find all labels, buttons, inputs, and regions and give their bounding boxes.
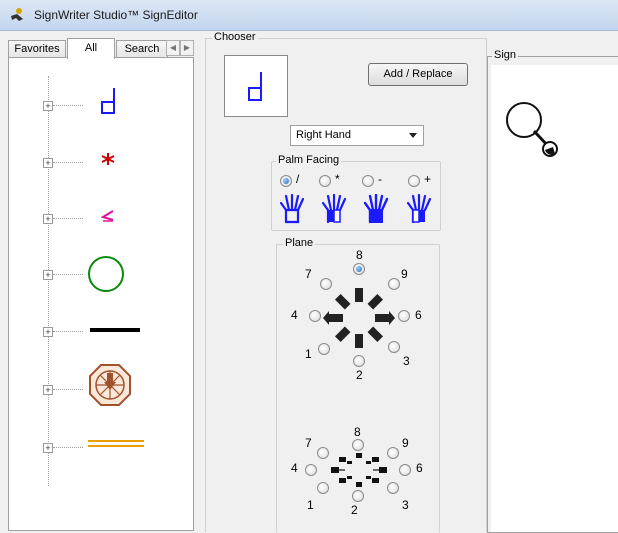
sign-group: Sign (487, 49, 618, 533)
symbol-tree: + + + + + + + (8, 57, 194, 531)
title-bar: SignWriter Studio™ SignEditor (0, 0, 618, 31)
sign-label: Sign (492, 49, 519, 61)
tree-node-movement[interactable]: + (43, 151, 193, 175)
dynamics-symbol-icon (101, 210, 114, 222)
expand-icon[interactable]: + (43, 101, 53, 111)
palm-facing-radio-1[interactable] (280, 175, 292, 187)
palm-open-hand-icon (279, 194, 305, 224)
tree-node-punctuation[interactable]: + (43, 436, 193, 460)
expand-icon[interactable]: + (43, 327, 53, 337)
floor-radio-6[interactable] (399, 464, 411, 476)
plane-number-label: 7 (305, 436, 312, 450)
tree-node-hand[interactable]: + (43, 88, 193, 118)
sign-canvas[interactable] (491, 65, 618, 532)
symbol-tabs: Favorites All Search ◀ ▶ (8, 38, 194, 59)
plane-number-label: 3 (402, 498, 409, 512)
add-replace-button[interactable]: Add / Replace (368, 63, 468, 86)
plane-number-label: 4 (291, 308, 298, 322)
body-symbol-icon (90, 328, 140, 332)
tree-node-head[interactable]: + (43, 256, 193, 292)
head-symbol-icon (88, 256, 124, 292)
sign-head-symbol-icon (506, 102, 558, 157)
chooser-group: Chooser Add / Replace Right Hand Palm Fa… (205, 31, 487, 533)
palm-facing-radio-2[interactable] (319, 175, 331, 187)
floor-plane-arrows-icon (331, 453, 387, 487)
floor-radio-4[interactable] (305, 464, 317, 476)
plane-group: Plane 8 9 6 3 2 1 4 7 8 9 6 3 2 1 4 7 (276, 237, 440, 533)
tree-node-detailed-location[interactable]: + (43, 364, 193, 406)
movement-symbol-icon (101, 153, 115, 165)
plane-number-label: 6 (415, 308, 422, 322)
palm-facing-option-label: / (296, 172, 300, 186)
wall-plane-arrows-icon (323, 288, 395, 348)
plane-number-label: 8 (354, 425, 361, 439)
tab-search[interactable]: Search (116, 40, 168, 58)
plane-number-label: 3 (403, 354, 410, 368)
palm-side-hand-icon (321, 194, 347, 224)
floor-radio-2[interactable] (352, 490, 364, 502)
palm-facing-radio-3[interactable] (362, 175, 374, 187)
palm-facing-option-label: + (424, 172, 432, 186)
expand-icon[interactable]: + (43, 214, 53, 224)
plane-number-label: 2 (356, 368, 363, 382)
palm-facing-radio-4[interactable] (408, 175, 420, 187)
tab-scroll-left-button[interactable]: ◀ (166, 40, 180, 56)
tab-scroll-right-button[interactable]: ▶ (180, 40, 194, 56)
plane-number-label: 6 (416, 461, 423, 475)
plane-number-label: 1 (305, 347, 312, 361)
hand-preview-icon (248, 72, 262, 101)
expand-icon[interactable]: + (43, 270, 53, 280)
chevron-down-icon (409, 133, 417, 138)
palm-facing-label: Palm Facing (276, 154, 342, 166)
expand-icon[interactable]: + (43, 158, 53, 168)
hand-symbol-icon (101, 88, 115, 114)
palm-facing-group: Palm Facing / * - + (271, 154, 441, 231)
plane-label: Plane (283, 237, 316, 249)
palm-other-side-hand-icon (406, 194, 432, 224)
hand-select[interactable]: Right Hand (290, 125, 424, 146)
palm-facing-option-label: - (378, 172, 382, 186)
plane-number-label: 4 (291, 461, 298, 475)
plane-number-label: 2 (351, 503, 358, 517)
plane-number-label: 9 (402, 436, 409, 450)
chooser-label: Chooser (212, 31, 258, 43)
tree-node-body[interactable]: + (43, 320, 193, 344)
expand-icon[interactable]: + (43, 443, 53, 453)
tab-all[interactable]: All (67, 38, 115, 59)
detailed-location-symbol-icon (89, 364, 131, 406)
symbol-preview (224, 55, 288, 117)
symbol-browser: Favorites All Search ◀ ▶ + + + + + + + (8, 38, 194, 531)
tab-favorites[interactable]: Favorites (8, 40, 66, 58)
plane-number-label: 1 (307, 498, 314, 512)
plane-number-label: 7 (305, 267, 312, 281)
palm-back-hand-icon (363, 194, 389, 224)
plane-radio-8[interactable] (353, 263, 365, 275)
punctuation-symbol-icon (88, 440, 144, 447)
window-title: SignWriter Studio™ SignEditor (34, 8, 198, 22)
palm-facing-option-label: * (335, 172, 340, 186)
signwriter-app-icon (11, 8, 23, 21)
expand-icon[interactable]: + (43, 385, 53, 395)
plane-number-label: 9 (401, 267, 408, 281)
tree-node-dynamics[interactable]: + (43, 207, 193, 231)
hand-select-value: Right Hand (296, 129, 352, 141)
plane-number-label: 8 (356, 248, 363, 262)
